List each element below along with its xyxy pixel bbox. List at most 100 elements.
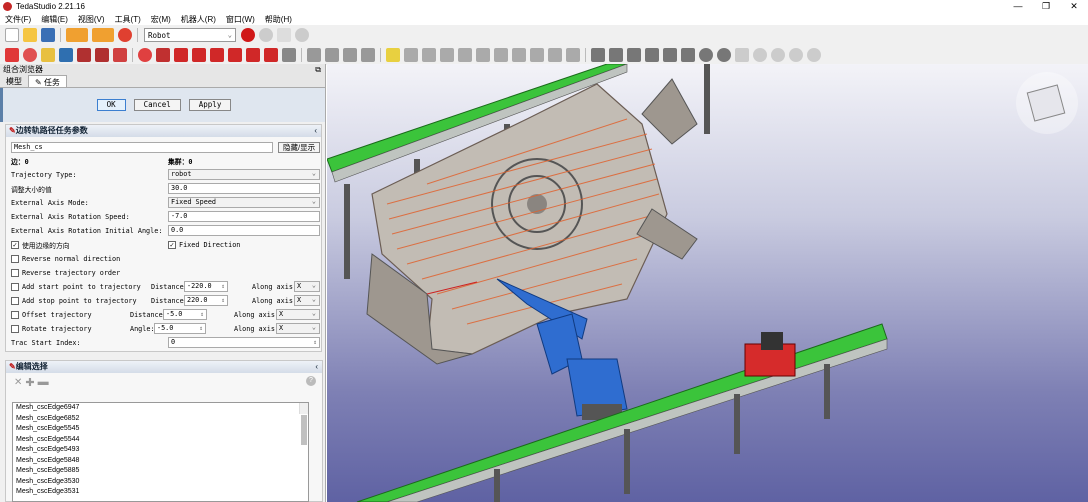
stop-axis-select[interactable]: X <box>294 295 320 306</box>
list-item[interactable]: Mesh_cscEdge5885 <box>13 466 308 477</box>
arrow-back-icon[interactable] <box>77 48 91 62</box>
menu-view[interactable]: 视图(V) <box>73 14 110 25</box>
hide-show-button[interactable]: 隐藏/显示 <box>278 142 321 153</box>
picture-icon[interactable] <box>681 48 695 62</box>
path-tool-icon-1[interactable] <box>404 48 418 62</box>
list-scrollbar[interactable] <box>299 403 308 445</box>
rotate-angle-input[interactable]: -5.0 <box>154 323 206 334</box>
menu-help[interactable]: 帮助(H) <box>260 14 297 25</box>
robot-tool-icon-2[interactable] <box>325 48 339 62</box>
run-macro-icon[interactable] <box>295 28 309 42</box>
save-icon[interactable] <box>41 28 55 42</box>
mesh-name-field[interactable]: Mesh_cs <box>11 142 273 153</box>
ok-button[interactable]: OK <box>96 99 126 111</box>
list-item[interactable]: Mesh_cscEdge5493 <box>13 445 308 456</box>
frame-icon[interactable] <box>591 48 605 62</box>
menu-window[interactable]: 窗口(W) <box>221 14 260 25</box>
apply-button[interactable]: Apply <box>188 99 232 111</box>
right-view-icon[interactable] <box>210 48 224 62</box>
rev-order-checkbox[interactable] <box>11 269 19 277</box>
top-view-icon[interactable] <box>192 48 206 62</box>
bottom-view-icon[interactable] <box>246 48 260 62</box>
std-view-icon[interactable] <box>59 48 73 62</box>
list-item[interactable]: Mesh_cscEdge5544 <box>13 435 308 446</box>
menu-robot[interactable]: 机器人(R) <box>176 14 221 25</box>
ext-mode-select[interactable]: Fixed Speed <box>168 197 320 208</box>
nav-icon-4[interactable] <box>807 48 821 62</box>
gear-icon[interactable] <box>645 48 659 62</box>
nav-icon-3[interactable] <box>789 48 803 62</box>
clear-selection-icon[interactable]: ▬ <box>38 376 49 388</box>
help-icon[interactable]: ? <box>306 376 316 386</box>
measure-icon[interactable] <box>41 48 55 62</box>
nav-cube-face[interactable] <box>1026 84 1066 122</box>
undock-icon[interactable]: ⧉ <box>315 64 321 75</box>
menu-tools[interactable]: 工具(T) <box>110 14 146 25</box>
path-tool-icon-4[interactable] <box>458 48 472 62</box>
offset-dist-input[interactable]: -5.0 <box>163 309 207 320</box>
sync-view-icon[interactable] <box>138 48 152 62</box>
cancel-button[interactable]: Cancel <box>133 99 181 111</box>
globe-icon[interactable] <box>699 48 713 62</box>
ext-angle-input[interactable]: 0.0 <box>168 225 320 236</box>
add-selection-icon[interactable]: ✚ <box>25 376 34 389</box>
add-start-checkbox[interactable] <box>11 283 19 291</box>
navigation-cube[interactable] <box>1016 72 1078 134</box>
path-tool-icon-7[interactable] <box>512 48 526 62</box>
list-item[interactable]: Mesh_cscEdge3530 <box>13 477 308 488</box>
left-view-icon[interactable] <box>264 48 278 62</box>
workbench-selector[interactable]: Robot ⌄ <box>144 28 236 42</box>
image-icon[interactable] <box>663 48 677 62</box>
path-tool-icon-2[interactable] <box>422 48 436 62</box>
menu-file[interactable]: 文件(F) <box>0 14 36 25</box>
undo-icon[interactable] <box>66 28 88 42</box>
home-icon[interactable] <box>735 48 749 62</box>
path-tool-icon-10[interactable] <box>566 48 580 62</box>
rotate-checkbox[interactable] <box>11 325 19 333</box>
use-edge-dir-checkbox[interactable]: ✓ <box>11 241 19 249</box>
ruler-icon[interactable] <box>282 48 296 62</box>
list-item[interactable]: Mesh_cscEdge5848 <box>13 456 308 467</box>
robot-tool-icon-3[interactable] <box>343 48 357 62</box>
path-tool-icon-6[interactable] <box>494 48 508 62</box>
offset-checkbox[interactable] <box>11 311 19 319</box>
stop-macro-icon[interactable] <box>259 28 273 42</box>
record-macro-icon[interactable] <box>241 28 255 42</box>
traj-type-select[interactable]: robot <box>168 169 320 180</box>
list-item[interactable]: Mesh_cscEdge6852 <box>13 414 308 425</box>
rear-view-icon[interactable] <box>228 48 242 62</box>
diamond-icon[interactable] <box>609 48 623 62</box>
path-tool-icon-9[interactable] <box>548 48 562 62</box>
macro-edit-icon[interactable] <box>277 28 291 42</box>
trac-start-input[interactable]: 0 <box>168 337 320 348</box>
resize-input[interactable]: 30.0 <box>168 183 320 194</box>
list-item[interactable]: Mesh_cscEdge5545 <box>13 424 308 435</box>
path-tool-icon-3[interactable] <box>440 48 454 62</box>
rev-normal-checkbox[interactable] <box>11 255 19 263</box>
start-axis-select[interactable]: X <box>294 281 320 292</box>
ext-speed-input[interactable]: -7.0 <box>168 211 320 222</box>
fit-all-icon[interactable] <box>5 48 19 62</box>
3d-viewport[interactable] <box>327 64 1088 502</box>
new-file-icon[interactable] <box>5 28 19 42</box>
list-item[interactable]: Mesh_cscEdge6947 <box>13 403 308 414</box>
front-view-icon[interactable] <box>174 48 188 62</box>
open-folder-icon[interactable] <box>23 28 37 42</box>
start-dist-input[interactable]: -220.0 <box>184 281 228 292</box>
close-icon[interactable]: ✕ <box>1060 0 1088 13</box>
redo-icon[interactable] <box>92 28 114 42</box>
refresh-icon[interactable] <box>118 28 132 42</box>
edit-collapse-icon[interactable]: ‹ <box>315 361 318 373</box>
add-stop-checkbox[interactable] <box>11 297 19 305</box>
arrow-forward-icon[interactable] <box>95 48 109 62</box>
path-tool-icon-8[interactable] <box>530 48 544 62</box>
menu-edit[interactable]: 编辑(E) <box>36 14 73 25</box>
nav-icon-2[interactable] <box>771 48 785 62</box>
iso-view-icon[interactable] <box>156 48 170 62</box>
stop-dist-input[interactable]: 220.0 <box>184 295 228 306</box>
collapse-icon[interactable]: ‹ <box>314 125 317 137</box>
sphere-icon[interactable] <box>717 48 731 62</box>
menu-macro[interactable]: 宏(M) <box>146 14 176 25</box>
robot-tool-icon-1[interactable] <box>307 48 321 62</box>
light-icon[interactable] <box>386 48 400 62</box>
